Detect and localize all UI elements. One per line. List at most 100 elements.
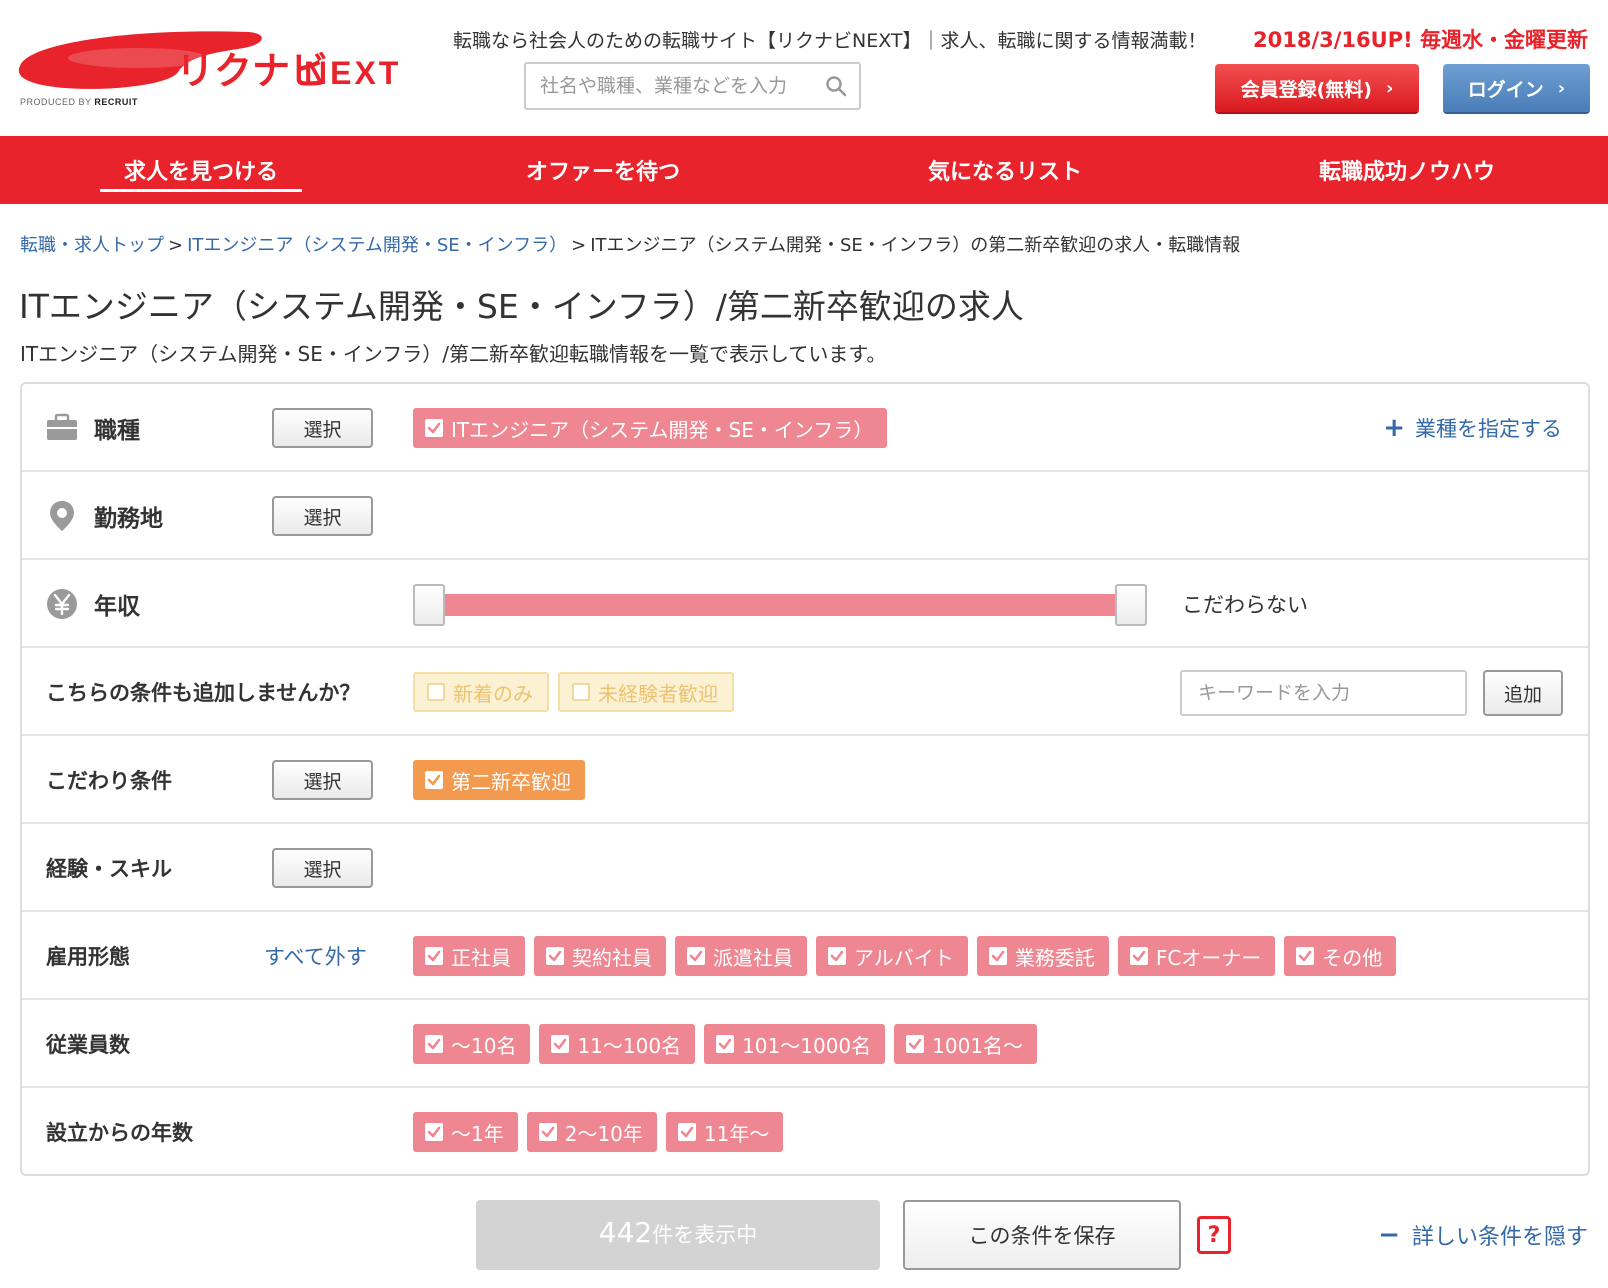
checkbox-checked-icon — [687, 947, 705, 965]
employees-chip-label: 101〜1000名 — [742, 1033, 872, 1058]
specify-industry-link[interactable]: + 業種を指定する — [1383, 384, 1562, 472]
salary-slider-min-handle[interactable] — [413, 584, 445, 626]
remove-all-link[interactable]: すべて外す — [264, 912, 367, 1000]
employees-chip[interactable]: 11〜100名 — [539, 1024, 696, 1064]
employment-chip[interactable]: その他 — [1284, 936, 1397, 976]
filter-label-employment: 雇用形態 — [46, 945, 130, 969]
nav-wait-offers[interactable]: オファーを待つ — [402, 136, 804, 204]
filter-label-years: 設立からの年数 — [46, 1121, 193, 1145]
checkbox-checked-icon — [546, 947, 564, 965]
suggest-chip-inexperienced[interactable]: 未経験者歓迎 — [558, 672, 734, 712]
employment-chip[interactable]: アルバイト — [816, 936, 968, 976]
checkbox-checked-icon — [425, 947, 443, 965]
employment-chip[interactable]: 業務委託 — [976, 936, 1109, 976]
site-header: リクナビ NEXT PRODUCED BY RECRUIT 転職なら社会人のため… — [0, 0, 1608, 136]
filter-row-preference: こだわり条件 選択 第二新卒歓迎 — [22, 736, 1588, 824]
nav-find-jobs[interactable]: 求人を見つける — [0, 136, 402, 204]
register-button[interactable]: 会員登録(無料) › — [1215, 64, 1419, 112]
specify-industry-label: 業種を指定する — [1415, 417, 1562, 441]
search-box[interactable] — [524, 62, 861, 110]
chevron-right-icon: › — [1557, 77, 1566, 99]
years-chip[interactable]: 〜1年 — [413, 1112, 518, 1152]
salary-range-slider[interactable] — [413, 584, 1147, 626]
breadcrumb-separator: > — [571, 235, 587, 256]
filter-row-employment: 雇用形態 すべて外す 正社員 契約社員 派遣社員 アルバイト 業務委託 FCオー… — [22, 912, 1588, 1000]
save-conditions-button[interactable]: この条件を保存 — [903, 1200, 1181, 1270]
checkbox-checked-icon — [425, 1123, 443, 1141]
employment-chip-label: FCオーナー — [1155, 945, 1262, 970]
register-button-label: 会員登録(無料) — [1240, 78, 1372, 101]
produced-by-recruit: PRODUCED BY RECRUIT — [20, 97, 138, 107]
filter-row-salary: 年収 こだわらない — [22, 560, 1588, 648]
years-chip-label: 11年〜 — [703, 1121, 770, 1146]
preference-select-button[interactable]: 選択 — [272, 760, 373, 800]
employees-chip-label: 1001名〜 — [932, 1033, 1024, 1058]
search-input[interactable] — [526, 64, 806, 108]
hide-detailed-conditions-link[interactable]: − 詳しい条件を隠す — [1378, 1200, 1588, 1270]
keyword-add-button[interactable]: 追加 — [1483, 670, 1563, 716]
checkbox-checked-icon — [1296, 947, 1315, 965]
location-select-button[interactable]: 選択 — [272, 496, 373, 536]
occupation-chip[interactable]: ITエンジニア（システム開発・SE・インフラ） — [413, 408, 888, 448]
preference-chip[interactable]: 第二新卒歓迎 — [413, 760, 585, 800]
checkbox-checked-icon — [538, 1123, 557, 1141]
minus-icon: − — [1378, 1220, 1400, 1250]
nav-favorites-list[interactable]: 気になるリスト — [804, 136, 1206, 204]
filter-row-years: 設立からの年数 〜1年 2〜10年 11年〜 — [22, 1088, 1588, 1176]
breadcrumb: 転職・求人トップ > ITエンジニア（システム開発・SE・インフラ） > ITエンジニア… — [20, 231, 1240, 257]
salary-value: こだわらない — [1182, 593, 1308, 617]
breadcrumb-current: ITエンジニア（システム開発・SE・インフラ）の第二新卒歓迎の求人・転職情報 — [590, 235, 1241, 256]
update-notice: 2018/3/16UP! 毎週水・金曜更新 — [1253, 28, 1588, 52]
years-chip[interactable]: 2〜10年 — [526, 1112, 657, 1152]
suggest-chip-label: 新着のみ — [453, 681, 533, 706]
employment-chip[interactable]: 契約社員 — [534, 936, 666, 976]
years-chip[interactable]: 11年〜 — [665, 1112, 784, 1152]
filter-label-preference: こだわり条件 — [46, 769, 172, 793]
checkbox-checked-icon — [551, 1035, 570, 1053]
employees-chips: 〜10名 11〜100名 101〜1000名 1001名〜 — [413, 1024, 1038, 1064]
briefcase-icon — [47, 413, 77, 440]
filter-label-salary: 年収 — [94, 594, 140, 620]
employment-chip[interactable]: 正社員 — [413, 936, 525, 976]
employees-chip[interactable]: 〜10名 — [413, 1024, 531, 1064]
show-results-button[interactable]: 442 件を表示中 — [476, 1200, 880, 1270]
filter-row-skill: 経験・スキル 選択 — [22, 824, 1588, 912]
plus-icon: + — [1383, 413, 1405, 443]
suggest-chip-new-only[interactable]: 新着のみ — [413, 672, 549, 712]
occupation-chips: ITエンジニア（システム開発・SE・インフラ） — [413, 408, 888, 448]
breadcrumb-link-top[interactable]: 転職・求人トップ — [20, 235, 164, 256]
breadcrumb-link-it-engineer[interactable]: ITエンジニア（システム開発・SE・インフラ） — [187, 235, 567, 256]
employment-chip[interactable]: 派遣社員 — [675, 936, 807, 976]
filter-label-occupation: 職種 — [94, 418, 140, 444]
checkbox-checked-icon — [988, 947, 1007, 965]
nav-career-knowhow[interactable]: 転職成功ノウハウ — [1206, 136, 1608, 204]
map-pin-icon — [50, 501, 74, 531]
main-nav: 求人を見つける オファーを待つ 気になるリスト 転職成功ノウハウ — [0, 136, 1608, 204]
suggest-chips: 新着のみ 未経験者歓迎 — [413, 672, 734, 712]
checkbox-checked-icon — [425, 419, 443, 437]
search-icon[interactable] — [825, 75, 847, 97]
login-button[interactable]: ログイン › — [1443, 64, 1590, 112]
keyword-input[interactable] — [1182, 672, 1465, 714]
salary-slider-max-handle[interactable] — [1115, 584, 1147, 626]
checkbox-checked-icon — [425, 1035, 443, 1053]
result-suffix: 件を表示中 — [652, 1223, 758, 1247]
employees-chip-label: 〜10名 — [451, 1033, 517, 1058]
filter-label-suggest: こちらの条件も追加しませんか？ — [46, 681, 361, 705]
filter-row-location: 勤務地 選択 — [22, 472, 1588, 560]
page-description: ITエンジニア（システム開発・SE・インフラ）/第二新卒歓迎転職情報を一覧で表示… — [20, 342, 887, 366]
page-title: ITエンジニア（システム開発・SE・インフラ）/第二新卒歓迎の求人 — [19, 287, 1024, 326]
keyword-field[interactable] — [1180, 670, 1467, 716]
employment-chip[interactable]: FCオーナー — [1117, 936, 1276, 976]
years-chip-label: 〜1年 — [451, 1121, 504, 1146]
skill-select-button[interactable]: 選択 — [272, 848, 373, 888]
checkbox-checked-icon — [425, 771, 443, 789]
occupation-select-button[interactable]: 選択 — [272, 408, 373, 448]
employment-chips: 正社員 契約社員 派遣社員 アルバイト 業務委託 FCオーナー その他 — [413, 936, 1397, 976]
help-icon[interactable]: ? — [1197, 1216, 1231, 1254]
logo-graphic: リクナビ NEXT — [18, 31, 398, 93]
employees-chip[interactable]: 101〜1000名 — [704, 1024, 886, 1064]
checkbox-checked-icon — [716, 1035, 735, 1053]
hide-detailed-conditions-label: 詳しい条件を隠す — [1411, 1225, 1588, 1250]
employees-chip[interactable]: 1001名〜 — [894, 1024, 1038, 1064]
